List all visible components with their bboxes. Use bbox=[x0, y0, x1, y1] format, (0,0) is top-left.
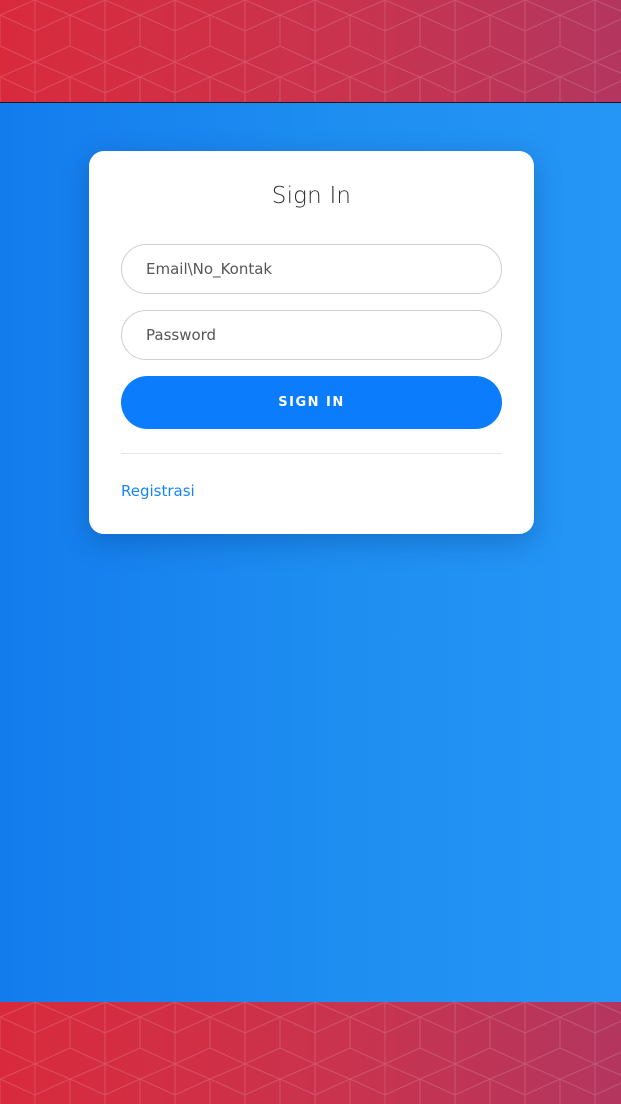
bottom-pattern-banner bbox=[0, 1002, 621, 1104]
email-field[interactable] bbox=[121, 244, 502, 294]
signin-button[interactable]: SIGN IN bbox=[121, 376, 502, 429]
hex-pattern bbox=[0, 1002, 621, 1104]
divider bbox=[121, 453, 502, 454]
password-field[interactable] bbox=[121, 310, 502, 360]
register-link[interactable]: Registrasi bbox=[121, 482, 195, 500]
signin-title: Sign In bbox=[271, 183, 352, 209]
signin-card: Sign In SIGN IN Registrasi bbox=[89, 151, 534, 534]
hex-pattern bbox=[0, 0, 621, 102]
top-pattern-banner bbox=[0, 0, 621, 103]
